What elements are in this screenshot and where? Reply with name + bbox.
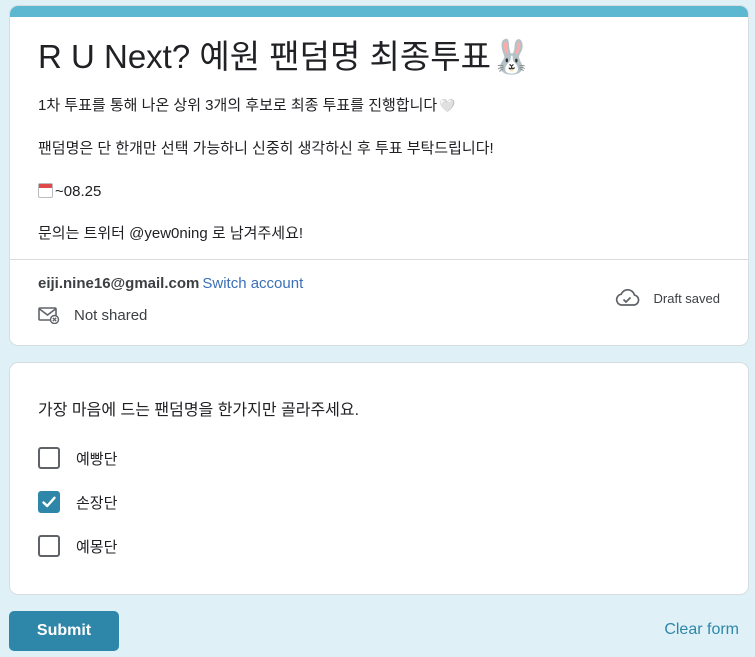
option-label: 예몽단: [76, 538, 118, 556]
deadline-text: ~08.25: [55, 183, 102, 200]
account-info: eiji.nine16@gmail.com Switch account: [38, 274, 303, 294]
not-shared-label: Not shared: [74, 306, 148, 324]
account-email: eiji.nine16@gmail.com: [38, 275, 200, 292]
form-title: R U Next? 예원 팬덤명 최종투표🐰: [38, 35, 532, 79]
option-label: 손장단: [76, 494, 118, 512]
question-title: 가장 마음에 드는 팬덤명을 한가지만 골라주세요.: [38, 402, 360, 419]
clear-form-button[interactable]: Clear form: [664, 621, 739, 639]
checkmark-icon: [42, 496, 56, 508]
calendar-icon: [38, 183, 53, 198]
draft-status: Draft saved: [614, 289, 720, 307]
header-divider: [10, 259, 748, 260]
not-shared-indicator: Not shared: [38, 306, 147, 324]
question-card: 가장 마음에 드는 팬덤명을 한가지만 골라주세요. 예빵단 손장단 예몽단: [9, 362, 749, 595]
rabbit-emoji-icon: 🐰: [490, 38, 533, 75]
option-sonjangdan[interactable]: 손장단: [38, 491, 117, 513]
submit-button[interactable]: Submit: [9, 611, 119, 651]
form-page: R U Next? 예원 팬덤명 최종투표🐰 1차 투표를 통해 나온 상위 3…: [0, 0, 755, 657]
mail-not-shared-icon: [38, 307, 60, 324]
draft-status-label: Draft saved: [653, 290, 720, 306]
description-deadline: ~08.25: [38, 182, 101, 202]
option-yemongdan[interactable]: 예몽단: [38, 535, 117, 557]
description-line-2: 팬덤명은 단 한개만 선택 가능하니 신중히 생각하신 후 투표 부탁드립니다!: [38, 140, 494, 157]
description-line-1-text: 1차 투표를 통해 나온 상위 3개의 후보로 최종 투표를 진행합니다: [38, 97, 438, 114]
description-line-1: 1차 투표를 통해 나온 상위 3개의 후보로 최종 투표를 진행합니다 🤍: [38, 96, 455, 116]
description-line-4: 문의는 트위터 @yew0ning 로 남겨주세요!: [38, 225, 304, 242]
checkbox-unchecked[interactable]: [38, 447, 60, 469]
header-accent-bar: [10, 6, 748, 17]
checkbox-checked[interactable]: [38, 491, 60, 513]
cloud-check-icon: [615, 289, 639, 306]
form-title-text: R U Next? 예원 팬덤명 최종투표: [38, 38, 491, 75]
option-label: 예빵단: [76, 450, 118, 468]
switch-account-link[interactable]: Switch account: [202, 275, 303, 292]
checkbox-unchecked[interactable]: [38, 535, 60, 557]
form-header-card: R U Next? 예원 팬덤명 최종투표🐰 1차 투표를 통해 나온 상위 3…: [9, 5, 749, 346]
option-yebbangdan[interactable]: 예빵단: [38, 447, 117, 469]
heart-emoji-icon: 🤍: [439, 98, 456, 113]
